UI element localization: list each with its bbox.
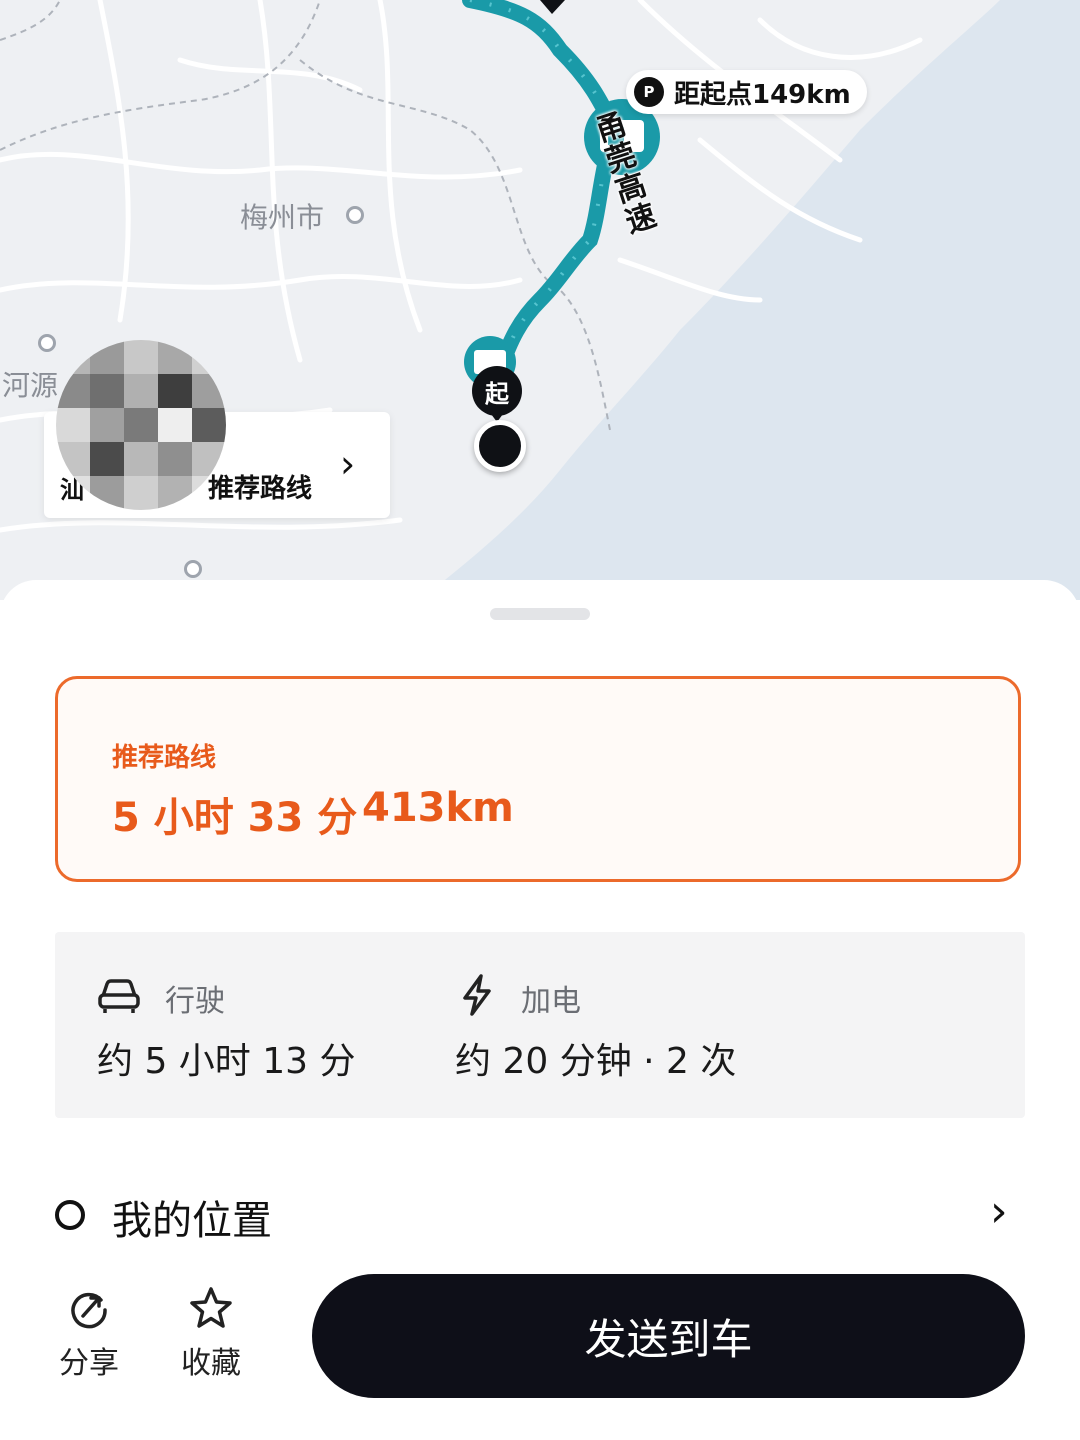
car-icon <box>98 979 140 1013</box>
favorite-label: 收藏 <box>181 1346 241 1381</box>
recommended-route-title: 推荐路线 <box>112 743 217 773</box>
distance-callout-text: 距起点149km <box>674 79 851 110</box>
current-location-dot <box>474 420 526 472</box>
city-marker <box>184 560 202 578</box>
city-marker <box>38 334 56 352</box>
origin-label: 我的位置 <box>112 1198 272 1244</box>
favorite-button[interactable]: 收藏 <box>166 1286 256 1382</box>
lightning-icon <box>463 974 491 1016</box>
city-marker <box>346 206 364 224</box>
drag-handle[interactable] <box>490 608 590 620</box>
blurred-avatar <box>56 340 226 510</box>
route-line <box>462 0 624 378</box>
recommended-route-time: 5 小时 33 分 <box>112 795 358 841</box>
charging-value: 约 20 分钟 · 2 次 <box>455 1041 737 1082</box>
star-icon <box>190 1287 232 1328</box>
driving-label: 行驶 <box>165 984 225 1019</box>
route-card-label: 推荐路线 <box>208 474 313 504</box>
recommended-route-card[interactable]: 推荐路线 5 小时 33 分 413km <box>55 676 1021 882</box>
distance-callout[interactable]: P 距起点149km <box>626 70 867 114</box>
city-label-meizhou: 梅州市 <box>240 201 325 234</box>
city-label-heyuan: 河源 <box>2 369 59 402</box>
send-to-car-button[interactable]: 发送到车 <box>312 1274 1025 1398</box>
map-view[interactable]: 梅州市 河源 P 距起点149km 甬莞高速 汕 推荐路线 › 起 <box>0 0 1080 600</box>
charging-label: 加电 <box>521 984 581 1019</box>
route-sheet: 推荐路线 5 小时 33 分 413km 行驶 约 5 小时 13 分 加电 约… <box>0 580 1080 1440</box>
parking-charger-icon: P <box>634 77 664 107</box>
share-label: 分享 <box>59 1346 119 1381</box>
origin-row[interactable]: 我的位置 › <box>0 1180 1080 1250</box>
trip-stats: 行驶 约 5 小时 13 分 加电 约 20 分钟 · 2 次 <box>55 932 1025 1118</box>
chevron-right-icon: › <box>340 442 356 486</box>
share-icon <box>71 1292 107 1329</box>
start-pin: 起 <box>472 366 522 416</box>
origin-circle-icon <box>55 1200 85 1230</box>
recommended-route-distance: 413km <box>362 785 514 831</box>
driving-value: 约 5 小时 13 分 <box>97 1041 356 1082</box>
share-button[interactable]: 分享 <box>44 1286 134 1382</box>
chevron-right-icon: › <box>990 1186 1008 1237</box>
